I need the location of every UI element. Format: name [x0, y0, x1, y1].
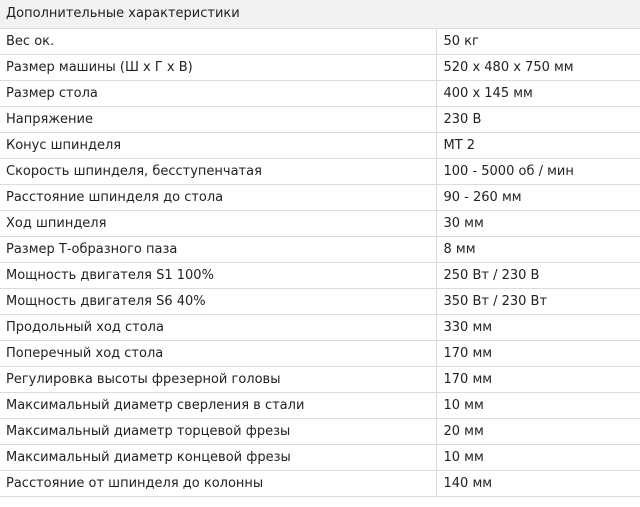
table-row: Расстояние от шпинделя до колонны 140 мм [0, 469, 640, 497]
spec-label: Максимальный диаметр сверления в стали [0, 391, 437, 419]
spec-value: 8 мм [435, 235, 640, 263]
table-row: Ход шпинделя 30 мм [0, 209, 640, 237]
spec-label: Поперечный ход стола [0, 339, 437, 367]
spec-label: Расстояние от шпинделя до колонны [0, 469, 437, 497]
table-row: Максимальный диаметр концевой фрезы 10 мм [0, 443, 640, 471]
table-body: Вес ок. 50 кг Размер машины (Ш х Г х В) 520… [0, 27, 640, 497]
spec-label: Продольный ход стола [0, 313, 437, 341]
spec-value: 520 х 480 х 750 мм [435, 53, 640, 81]
spec-value: 170 мм [435, 365, 640, 393]
spec-label: Напряжение [0, 105, 437, 133]
spec-value: 20 мм [435, 417, 640, 445]
table-row: Напряжение 230 В [0, 105, 640, 133]
spec-value: 350 Вт / 230 Вт [435, 287, 640, 315]
spec-label: Мощность двигателя S6 40% [0, 287, 437, 315]
spec-value: 250 Вт / 230 В [435, 261, 640, 289]
spec-value: 30 мм [435, 209, 640, 237]
spec-label: Максимальный диаметр торцевой фрезы [0, 417, 437, 445]
table-row: Конус шпинделя МТ 2 [0, 131, 640, 159]
table-row: Продольный ход стола 330 мм [0, 313, 640, 341]
spec-value: 400 х 145 мм [435, 79, 640, 107]
table-row: Мощность двигателя S6 40% 350 Вт / 230 Вт [0, 287, 640, 315]
specifications-table: Дополнительные характеристики Вес ок. 50 … [0, 0, 640, 497]
spec-label: Вес ок. [0, 27, 437, 55]
table-row: Максимальный диаметр торцевой фрезы 20 мм [0, 417, 640, 445]
spec-label: Скорость шпинделя, бесступенчатая [0, 157, 437, 185]
table-row: Вес ок. 50 кг [0, 27, 640, 55]
spec-label: Расстояние шпинделя до стола [0, 183, 437, 211]
spec-value: 10 мм [435, 443, 640, 471]
spec-value: 230 В [435, 105, 640, 133]
table-header-row: Дополнительные характеристики [0, 0, 640, 29]
spec-label: Размер Т-образного паза [0, 235, 437, 263]
table-row: Поперечный ход стола 170 мм [0, 339, 640, 367]
spec-label: Максимальный диаметр концевой фрезы [0, 443, 437, 471]
spec-value: 330 мм [435, 313, 640, 341]
table-row: Скорость шпинделя, бесступенчатая 100 - 5… [0, 157, 640, 185]
spec-label: Размер стола [0, 79, 437, 107]
table-row: Размер машины (Ш х Г х В) 520 х 480 х 750… [0, 53, 640, 81]
spec-value: МТ 2 [435, 131, 640, 159]
table-row: Размер стола 400 х 145 мм [0, 79, 640, 107]
spec-value: 10 мм [435, 391, 640, 419]
spec-label: Мощность двигателя S1 100% [0, 261, 437, 289]
spec-label: Регулировка высоты фрезерной головы [0, 365, 437, 393]
spec-value: 50 кг [435, 27, 640, 55]
table-row: Мощность двигателя S1 100% 250 Вт / 230 В [0, 261, 640, 289]
spec-label: Ход шпинделя [0, 209, 437, 237]
table-row: Регулировка высоты фрезерной головы 170 м… [0, 365, 640, 393]
spec-label: Конус шпинделя [0, 131, 437, 159]
table-row: Размер Т-образного паза 8 мм [0, 235, 640, 263]
spec-value: 170 мм [435, 339, 640, 367]
spec-label: Размер машины (Ш х Г х В) [0, 53, 437, 81]
table-row: Максимальный диаметр сверления в стали 10… [0, 391, 640, 419]
spec-value: 90 - 260 мм [435, 183, 640, 211]
spec-value: 140 мм [435, 469, 640, 497]
table-header: Дополнительные характеристики [0, 0, 640, 29]
spec-value: 100 - 5000 об / мин [435, 157, 640, 185]
table-row: Расстояние шпинделя до стола 90 - 260 мм [0, 183, 640, 211]
